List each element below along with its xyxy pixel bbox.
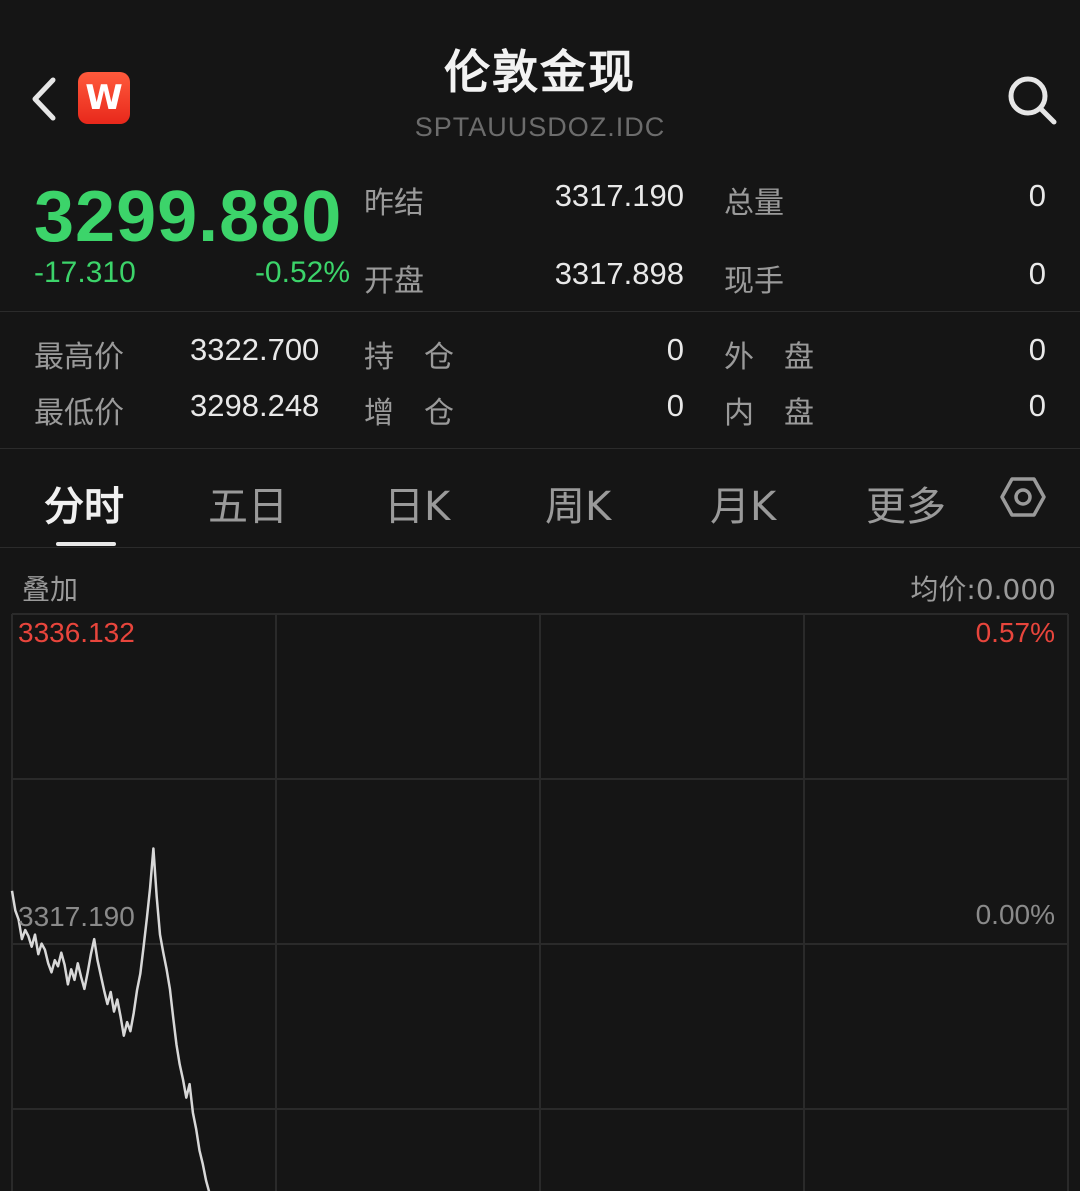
chart-period-tabs: 分时 五日 日K 周K 月K 更多 <box>0 448 1080 548</box>
tab-five-day[interactable]: 五日 <box>208 474 288 532</box>
inner-volume-value: 0 <box>1028 388 1046 423</box>
low-value: 3298.248 <box>190 388 320 423</box>
quote-panel: 3299.880 -17.310 -0.52% 昨结 3317.190 总量 0… <box>0 160 1080 312</box>
high-label: 最高价 <box>34 340 124 375</box>
instrument-code: SPTAUUSDOZ.IDC <box>414 112 666 142</box>
active-tab-indicator <box>56 542 116 546</box>
price-change: -17.310 <box>34 256 136 289</box>
high-value: 3322.700 <box>190 332 320 367</box>
chart-grid <box>11 613 1069 1191</box>
total-volume-value: 0 <box>1028 178 1046 213</box>
intraday-chart[interactable]: 叠加 均价:0.000 3336.132 3317.190 0.57% 0.00… <box>0 548 1080 1191</box>
open-interest-value: 0 <box>666 332 684 367</box>
open-interest-label: 持 仓 <box>364 340 454 375</box>
oi-change-label: 增 仓 <box>364 396 454 431</box>
oi-change-value: 0 <box>666 388 684 423</box>
right-axis-reference-label: 0.00% <box>976 899 1055 930</box>
divider <box>0 311 1080 312</box>
page-title: 伦敦金现 <box>444 45 636 99</box>
tab-monthly-k[interactable]: 月K <box>710 474 776 532</box>
outer-volume-value: 0 <box>1028 332 1046 367</box>
inner-volume-label: 内 盘 <box>724 396 814 431</box>
chart-settings-button[interactable] <box>1000 474 1046 520</box>
last-price: 3299.880 <box>34 177 343 257</box>
current-hand-value: 0 <box>1028 256 1046 291</box>
open-label: 开盘 <box>364 264 424 299</box>
prev-settle-value: 3317.190 <box>554 178 684 213</box>
right-axis-top-label: 0.57% <box>976 617 1055 648</box>
price-change-percent: -0.52% <box>254 256 350 289</box>
tab-daily-k[interactable]: 日K <box>384 474 450 532</box>
settings-hexagon-icon <box>1000 477 1046 517</box>
total-volume-label: 总量 <box>724 186 784 221</box>
tab-more[interactable]: 更多 <box>866 474 946 532</box>
price-line <box>10 847 211 1191</box>
search-button[interactable] <box>1002 70 1062 130</box>
price-series <box>10 847 211 1191</box>
current-hand-label: 现手 <box>724 264 784 299</box>
price-line-chart: 3336.132 3317.190 0.57% 0.00% <box>10 613 1069 1191</box>
open-value: 3317.898 <box>554 256 684 291</box>
tab-intraday[interactable]: 分时 <box>44 474 124 532</box>
y-axis-reference-label: 3317.190 <box>18 901 135 932</box>
low-label: 最低价 <box>34 396 124 431</box>
search-icon <box>1008 76 1057 125</box>
y-axis-top-label: 3336.132 <box>18 617 135 648</box>
top-bar: W 伦敦金现 SPTAUUSDOZ.IDC <box>0 0 1080 160</box>
tab-weekly-k[interactable]: 周K <box>545 474 611 532</box>
prev-settle-label: 昨结 <box>364 186 424 221</box>
outer-volume-label: 外 盘 <box>724 340 814 375</box>
